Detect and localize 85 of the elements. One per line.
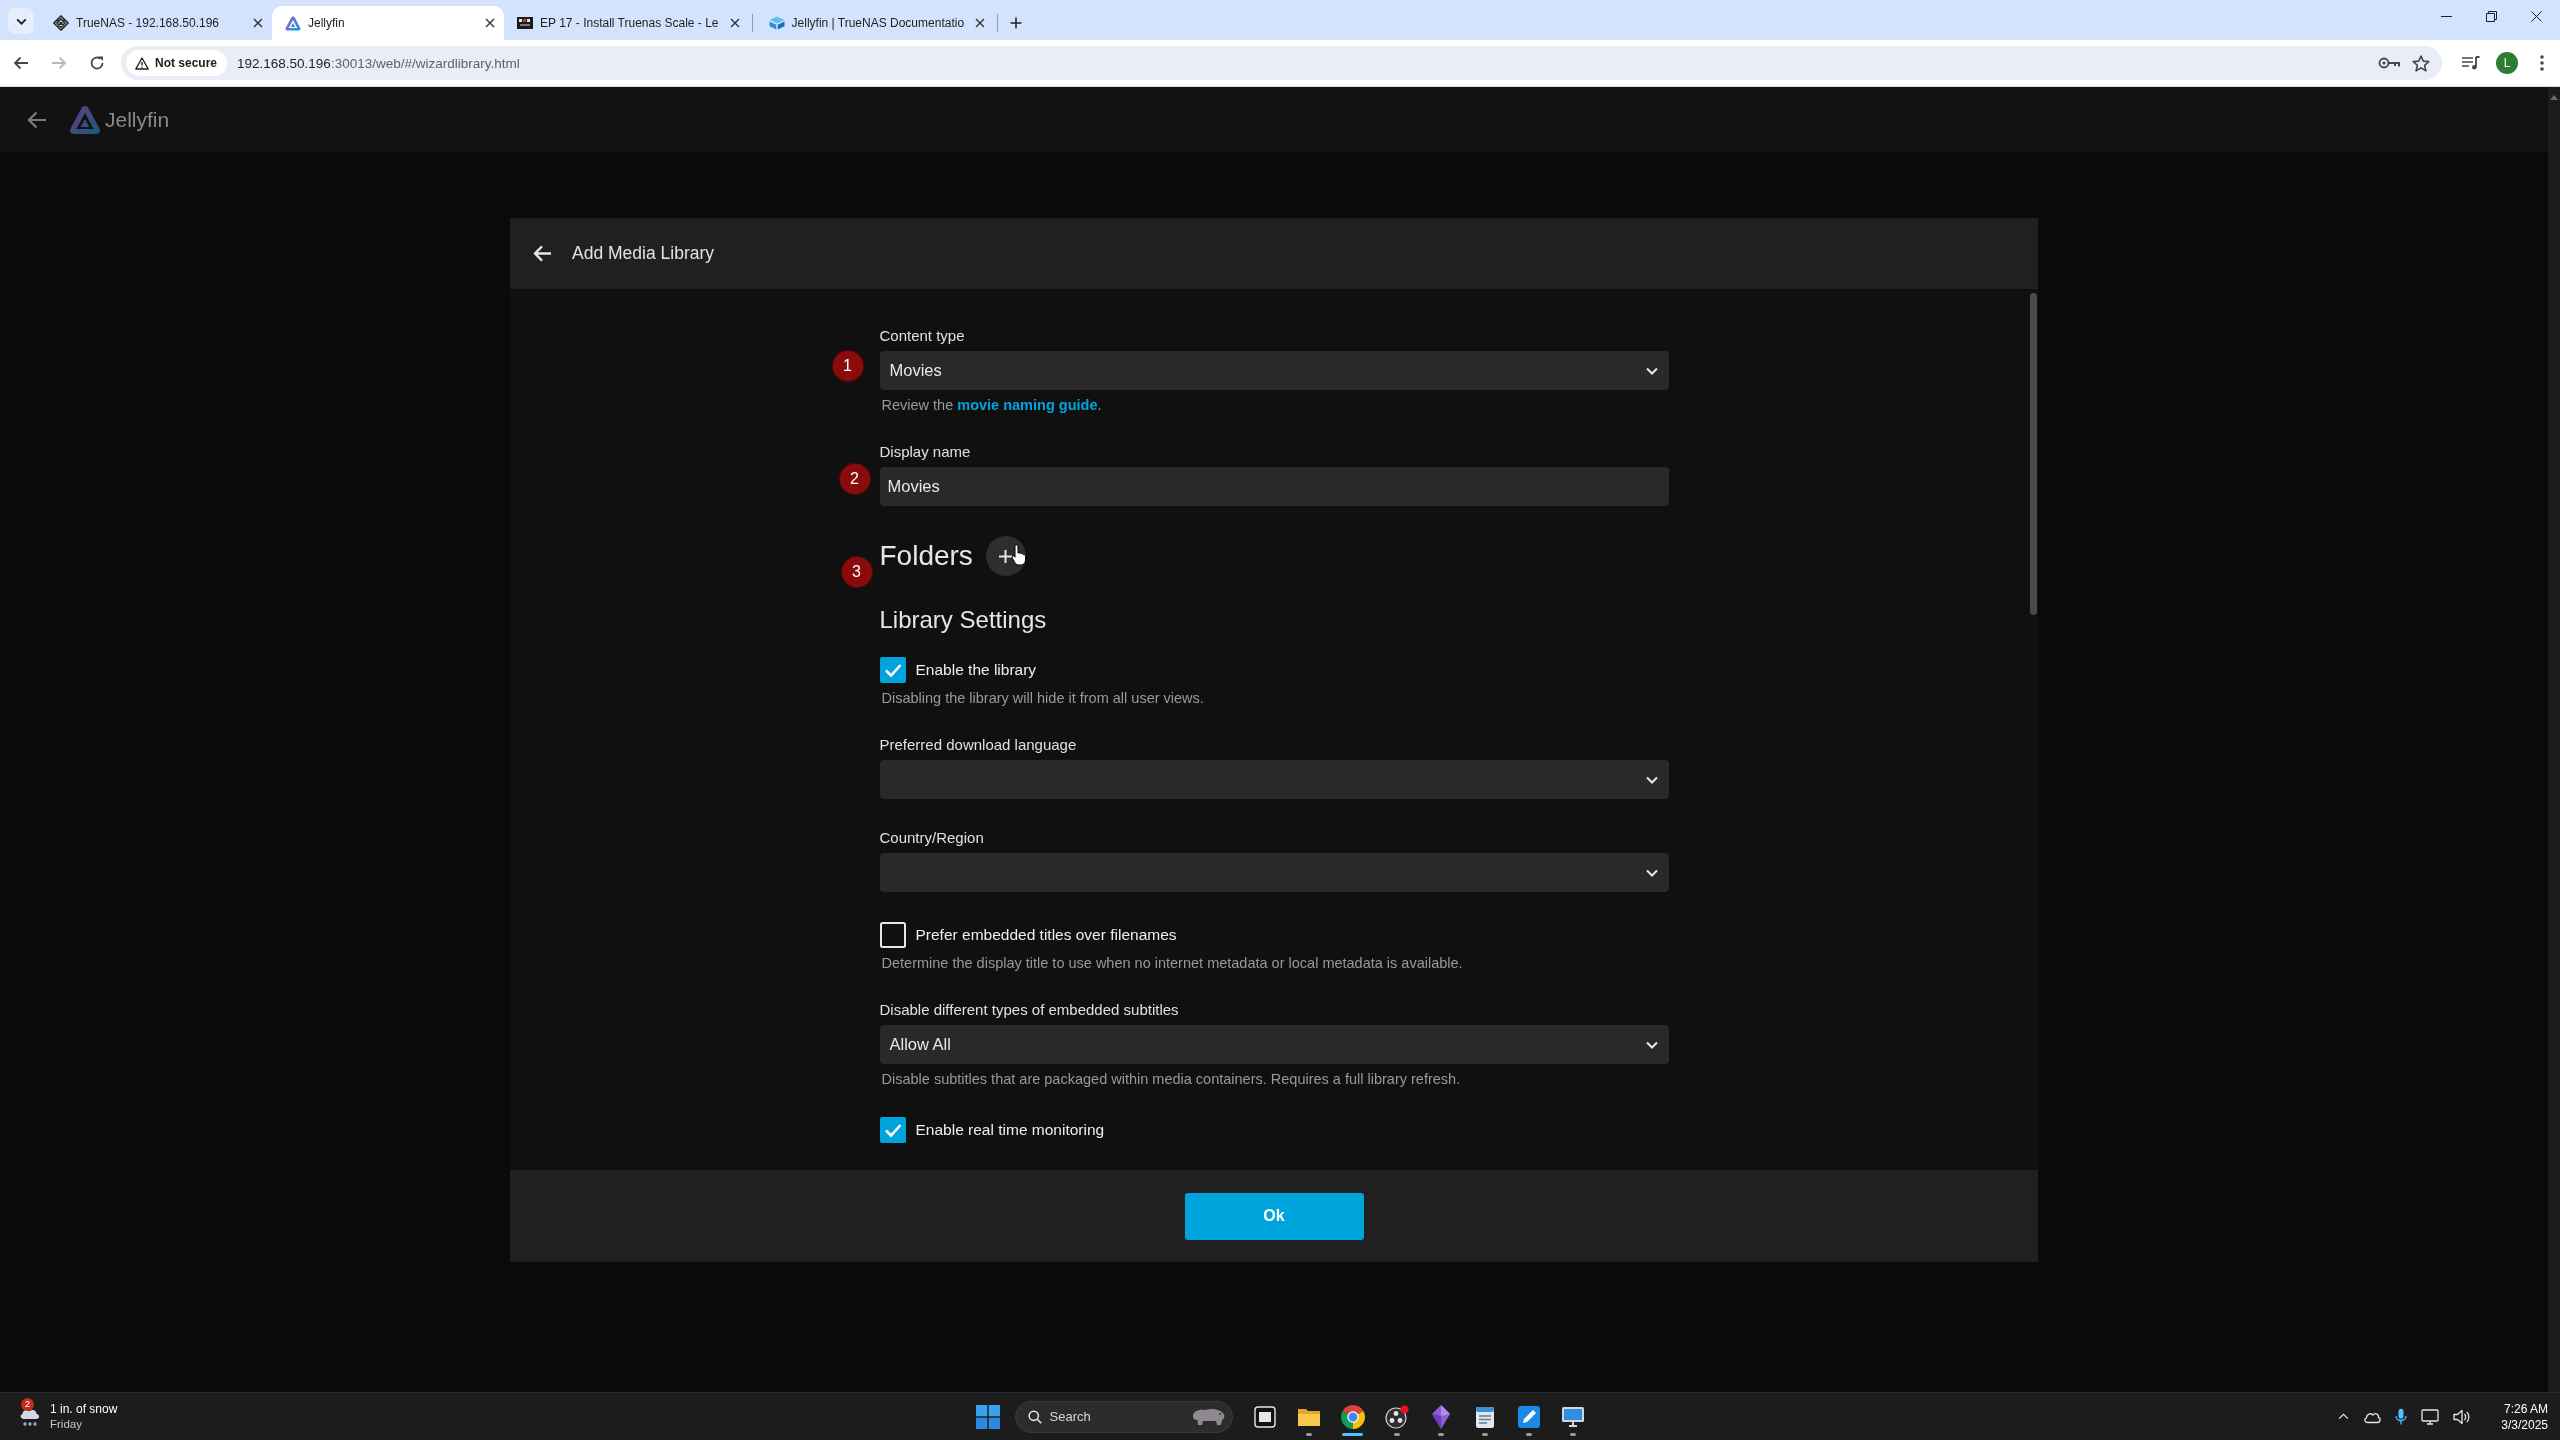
chevron-down-icon	[1645, 775, 1658, 784]
field-label: Country/Region	[879, 829, 985, 847]
field-label: Preferred download language	[879, 736, 1078, 754]
tab-search-button[interactable]	[8, 8, 34, 34]
checkbox-label: Enable real time monitoring	[915, 1121, 1105, 1139]
kebab-menu-icon[interactable]	[2540, 55, 2544, 71]
select-field[interactable]: Allow All	[879, 1025, 1669, 1064]
address-bar[interactable]: Not secure 192.168.50.196:30013/web/#/wizardlibrary.html	[121, 46, 2442, 80]
brand-name: Jellyfin	[105, 107, 170, 132]
restore-icon[interactable]	[2486, 10, 2497, 22]
dark-disc-icon[interactable]	[1384, 1404, 1409, 1429]
select-field[interactable]	[879, 853, 1669, 892]
notification-badge: 2	[21, 1397, 34, 1411]
chevron-down-icon	[1645, 1040, 1658, 1049]
pen-tile-icon[interactable]	[1517, 1405, 1540, 1428]
plus-icon[interactable]	[1010, 17, 1023, 29]
scrollbar-thumb[interactable]	[2030, 293, 2037, 615]
browser-tab[interactable]: EP 17 - Install Truenas Scale - Le	[504, 6, 749, 40]
music-list-icon[interactable]	[2462, 56, 2480, 70]
folder-icon[interactable]	[1296, 1406, 1321, 1427]
knot-icon	[53, 15, 69, 31]
step-marker: 2	[839, 463, 870, 494]
clock-time[interactable]: 7:26 AM	[2503, 1400, 2548, 1417]
browser-tab[interactable]: TrueNAS - 192.168.50.196	[40, 6, 272, 40]
browser-tab[interactable]: Jellyfin | TrueNAS Documentatio	[755, 6, 995, 40]
step-marker: 3	[841, 557, 872, 587]
field-label: Display name	[879, 443, 972, 461]
warning-icon	[135, 56, 149, 70]
gem-icon[interactable]	[1430, 1404, 1451, 1429]
speaker-icon[interactable]	[2453, 1408, 2472, 1425]
weather-text[interactable]: 1 in. of snow	[50, 1401, 118, 1417]
search-field[interactable]: Search	[1014, 1400, 1233, 1433]
chevron-down-icon	[15, 17, 27, 25]
help-text: Disable subtitles that are packaged within media containers. Requires a full library refresh.	[880, 1071, 1462, 1087]
color-wheel-icon[interactable]	[1340, 1404, 1365, 1429]
profile-avatar[interactable]: L	[2496, 52, 2518, 74]
thumbnail-icon	[517, 17, 533, 29]
checkbox-label: Enable the library	[915, 661, 1037, 679]
window-panes-icon[interactable]	[975, 1404, 1000, 1429]
select-field[interactable]: Movies	[879, 351, 1669, 390]
checkbox[interactable]	[879, 1117, 906, 1143]
network-icon[interactable]	[2421, 1408, 2440, 1425]
square-window-icon[interactable]	[1253, 1405, 1276, 1428]
close-icon[interactable]	[485, 18, 495, 28]
dialog-title: Add Media Library	[572, 243, 715, 264]
triangle-logo-icon	[69, 104, 101, 135]
key-icon[interactable]	[2378, 57, 2400, 69]
chevron-down-icon	[1645, 868, 1658, 877]
text-input[interactable]: Movies	[879, 467, 1669, 506]
reload-icon[interactable]	[89, 55, 105, 71]
star-icon[interactable]	[2412, 54, 2430, 72]
close-icon[interactable]	[729, 18, 740, 28]
naming-guide-link[interactable]: movie naming guide	[957, 397, 1098, 413]
help-text: Disabling the library will hide it from all user views.	[880, 690, 1205, 706]
back-icon[interactable]	[13, 55, 29, 71]
hand-cursor-icon	[1010, 544, 1027, 566]
checkbox[interactable]	[879, 922, 906, 948]
close-icon[interactable]	[253, 18, 263, 28]
section-heading: Library Settings	[879, 606, 1048, 634]
triangle-logo-icon	[285, 15, 301, 31]
select-field[interactable]	[879, 760, 1669, 799]
section-heading: Folders	[879, 539, 973, 573]
notepad-icon[interactable]	[1474, 1404, 1495, 1429]
field-label: Disable different types of embedded subtitles	[879, 1001, 1180, 1019]
help-text: Determine the display title to use when no internet metadata or local metadata is available.	[880, 955, 1464, 971]
plus-icon	[999, 549, 1013, 563]
checkbox-label: Prefer embedded titles over filenames	[915, 926, 1177, 944]
checkbox[interactable]	[879, 657, 906, 683]
clock-date[interactable]: 3/3/2025	[2501, 1416, 2548, 1433]
security-chip[interactable]: Not secure	[126, 50, 228, 76]
weather-day: Friday	[50, 1416, 118, 1432]
monitor-icon[interactable]	[1560, 1405, 1585, 1428]
chevron-up-icon[interactable]	[2338, 1413, 2350, 1420]
browser-tab[interactable]: Jellyfin	[272, 6, 504, 40]
close-icon[interactable]	[2531, 10, 2542, 22]
microphone-icon[interactable]	[2395, 1408, 2408, 1425]
add-folder-button[interactable]	[985, 536, 1026, 576]
help-text: Review the movie naming guide.	[880, 397, 1103, 413]
search-icon	[1027, 1409, 1042, 1424]
close-icon[interactable]	[975, 18, 986, 28]
step-marker: 1	[832, 350, 863, 381]
cube-icon	[768, 16, 785, 30]
scroll-up-icon[interactable]	[2550, 95, 2558, 100]
chevron-down-icon	[1645, 366, 1658, 375]
field-label: Content type	[879, 327, 966, 345]
